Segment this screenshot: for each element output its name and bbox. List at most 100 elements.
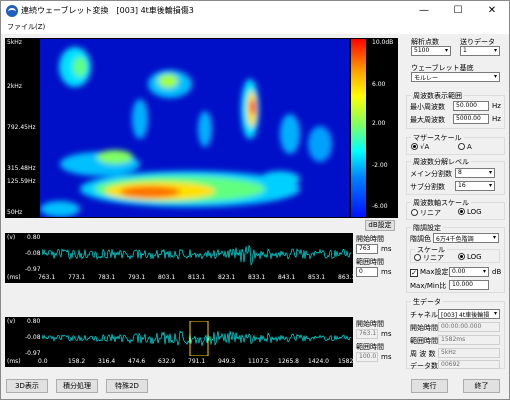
full-range-label: 範囲時間 bbox=[356, 343, 384, 351]
x-tick-label: 1265.8 bbox=[278, 358, 299, 365]
start-time-value: 00:00:00.000 bbox=[438, 322, 500, 332]
run-button[interactable]: 実行 bbox=[411, 379, 448, 393]
x-tick-label: 813.1 bbox=[188, 274, 206, 281]
channel-select[interactable]: [003] 4t車後輪損 bbox=[438, 309, 500, 319]
y-label: -0.97 bbox=[25, 266, 41, 273]
data-count-value: 00692 bbox=[438, 360, 500, 369]
zoom-range-label: 範囲時間 bbox=[356, 258, 384, 266]
main-div-select[interactable]: 8 bbox=[455, 168, 495, 178]
scale-linear-radio[interactable]: リニア bbox=[414, 253, 444, 263]
tone-color-select[interactable]: 6万4千色階調 bbox=[433, 233, 499, 243]
y-label: 125.59Hz bbox=[7, 178, 36, 185]
radio-label: LOG bbox=[467, 208, 482, 216]
mother-scale-sqrt-a-radio[interactable]: √A bbox=[411, 143, 429, 151]
x-tick-label: 474.6 bbox=[128, 358, 146, 365]
radio-label: リニア bbox=[420, 209, 441, 217]
x-tick-label: 863.1 bbox=[338, 274, 356, 281]
checkbox-label: Max設定 bbox=[420, 268, 449, 276]
checkmark-icon: ✓ bbox=[410, 269, 418, 277]
maxmin-input[interactable]: 10.000 bbox=[449, 280, 489, 290]
full-start-label: 開始時間 bbox=[356, 320, 384, 328]
waveform-zoom-trace bbox=[42, 244, 351, 266]
min-freq-input[interactable]: 50.000 bbox=[453, 101, 489, 111]
unit-ms: ms bbox=[381, 353, 392, 361]
title-bar: 連続ウェーブレット変換 [003] 4t車後輪損傷3 — ☐ ✕ bbox=[1, 1, 509, 21]
full-range-input: 100.0 bbox=[356, 352, 378, 362]
maximize-button[interactable]: ☐ bbox=[441, 1, 475, 21]
special-2d-button[interactable]: 特殊2D bbox=[106, 379, 148, 393]
zoom-start-input[interactable]: 763 bbox=[356, 244, 378, 254]
wavelet-select[interactable]: モルレー bbox=[411, 72, 500, 82]
minimize-button[interactable]: — bbox=[407, 1, 441, 21]
mother-scale-a-radio[interactable]: A bbox=[458, 143, 472, 151]
waveform-zoom-panel: (v) 0.80 -0.08 -0.97 (ms) 763.1 773.1 783.… bbox=[5, 233, 356, 283]
zoom-range-input[interactable]: 0 bbox=[356, 267, 378, 277]
window-title: 連続ウェーブレット変換 [003] 4t車後輪損傷3 bbox=[21, 6, 194, 15]
x-tick-label: 833.1 bbox=[248, 274, 266, 281]
x-tick-label: 783.1 bbox=[98, 274, 116, 281]
max-setting-checkbox[interactable]: ✓ Max設定 bbox=[410, 267, 448, 277]
freq-range-title: 周波数表示範囲 bbox=[411, 91, 464, 101]
scale-log-radio[interactable]: LOG bbox=[458, 253, 482, 261]
max-setting-select[interactable]: 0.00 bbox=[449, 267, 489, 277]
menu-file[interactable]: ファイル(Z) bbox=[7, 22, 45, 32]
radio-dot bbox=[458, 143, 465, 150]
waveform-full-panel: (v) 0.80 -0.08 -0.97 (ms) 0.0 158.2 316.4 4… bbox=[5, 317, 353, 367]
full-start-input: 763.1 bbox=[356, 329, 378, 339]
zoom-start-label: 開始時間 bbox=[356, 235, 384, 243]
radio-dot bbox=[458, 253, 465, 260]
radio-label: A bbox=[467, 143, 472, 151]
main-window: 連続ウェーブレット変換 [003] 4t車後輪損傷3 — ☐ ✕ ファイル(Z)… bbox=[0, 0, 510, 400]
close-button[interactable]: ✕ bbox=[475, 1, 509, 21]
x-tick-label: 158.2 bbox=[68, 358, 86, 365]
x-tick-label: 793.1 bbox=[128, 274, 146, 281]
y-label: -0.08 bbox=[25, 334, 41, 341]
y-label: -0.97 bbox=[25, 350, 41, 357]
radio-dot bbox=[411, 209, 418, 216]
analysis-points-select[interactable]: 5100 bbox=[411, 46, 451, 56]
exit-button[interactable]: 終了 bbox=[463, 379, 500, 393]
x-tick-label: 1582 bbox=[338, 358, 354, 365]
y-label: -0.08 bbox=[25, 250, 41, 257]
step-data-select[interactable]: 1 bbox=[460, 46, 500, 56]
y-label: 0.80 bbox=[27, 318, 41, 325]
freq-axis-log-radio[interactable]: LOG bbox=[458, 208, 482, 216]
y-label: 5kHz bbox=[7, 39, 22, 46]
x-tick-label: 853.1 bbox=[308, 274, 326, 281]
x-tick-label: 843.1 bbox=[278, 274, 296, 281]
x-tick-label: 803.1 bbox=[158, 274, 176, 281]
max-freq-input[interactable]: 5000.00 bbox=[453, 114, 489, 124]
colorbar-label: 10.0dB bbox=[372, 39, 394, 46]
freq-axis-linear-radio[interactable]: リニア bbox=[411, 208, 441, 218]
radio-dot bbox=[411, 143, 418, 150]
waveform-full-trace bbox=[42, 321, 351, 356]
unit-hz: Hz bbox=[492, 102, 501, 110]
view-3d-button[interactable]: 3D表示 bbox=[6, 379, 48, 393]
raw-data-title: 生データ bbox=[411, 297, 443, 307]
x-tick-label: 316.4 bbox=[98, 358, 116, 365]
colorbar-label: 6.00 bbox=[372, 81, 386, 88]
radio-label: リニア bbox=[423, 254, 444, 262]
start-time-label: 開始時間 bbox=[410, 324, 438, 332]
integrate-button[interactable]: 積分処理 bbox=[56, 379, 98, 393]
freq-res-title: 周波数分解レベル bbox=[411, 157, 471, 167]
main-div-label: メイン分割数 bbox=[410, 170, 452, 178]
x-tick-label: 763.1 bbox=[38, 274, 56, 281]
y-label: 315.48Hz bbox=[7, 165, 36, 172]
radio-dot bbox=[458, 208, 465, 215]
sub-div-select[interactable]: 16 bbox=[455, 181, 495, 191]
spectrogram-plot bbox=[40, 39, 349, 217]
colorbar-label: 2.00 bbox=[372, 120, 386, 127]
frequency-value: 5kHz bbox=[438, 348, 500, 358]
db-settings-button[interactable]: dB設定 bbox=[365, 220, 395, 231]
unit-hz: Hz bbox=[492, 115, 501, 123]
y-label: 2kHz bbox=[7, 83, 22, 90]
unit-ms: (ms) bbox=[7, 358, 21, 365]
min-freq-label: 最小周波数 bbox=[410, 103, 445, 111]
unit-ms: ms bbox=[381, 245, 392, 253]
tone-title: 階調設定 bbox=[411, 223, 443, 233]
range-time-label: 範囲時間 bbox=[410, 337, 438, 345]
range-time-value: 1582ms bbox=[438, 335, 500, 345]
maxmin-label: Max/Min比 bbox=[410, 282, 447, 290]
radio-label: LOG bbox=[467, 253, 482, 261]
